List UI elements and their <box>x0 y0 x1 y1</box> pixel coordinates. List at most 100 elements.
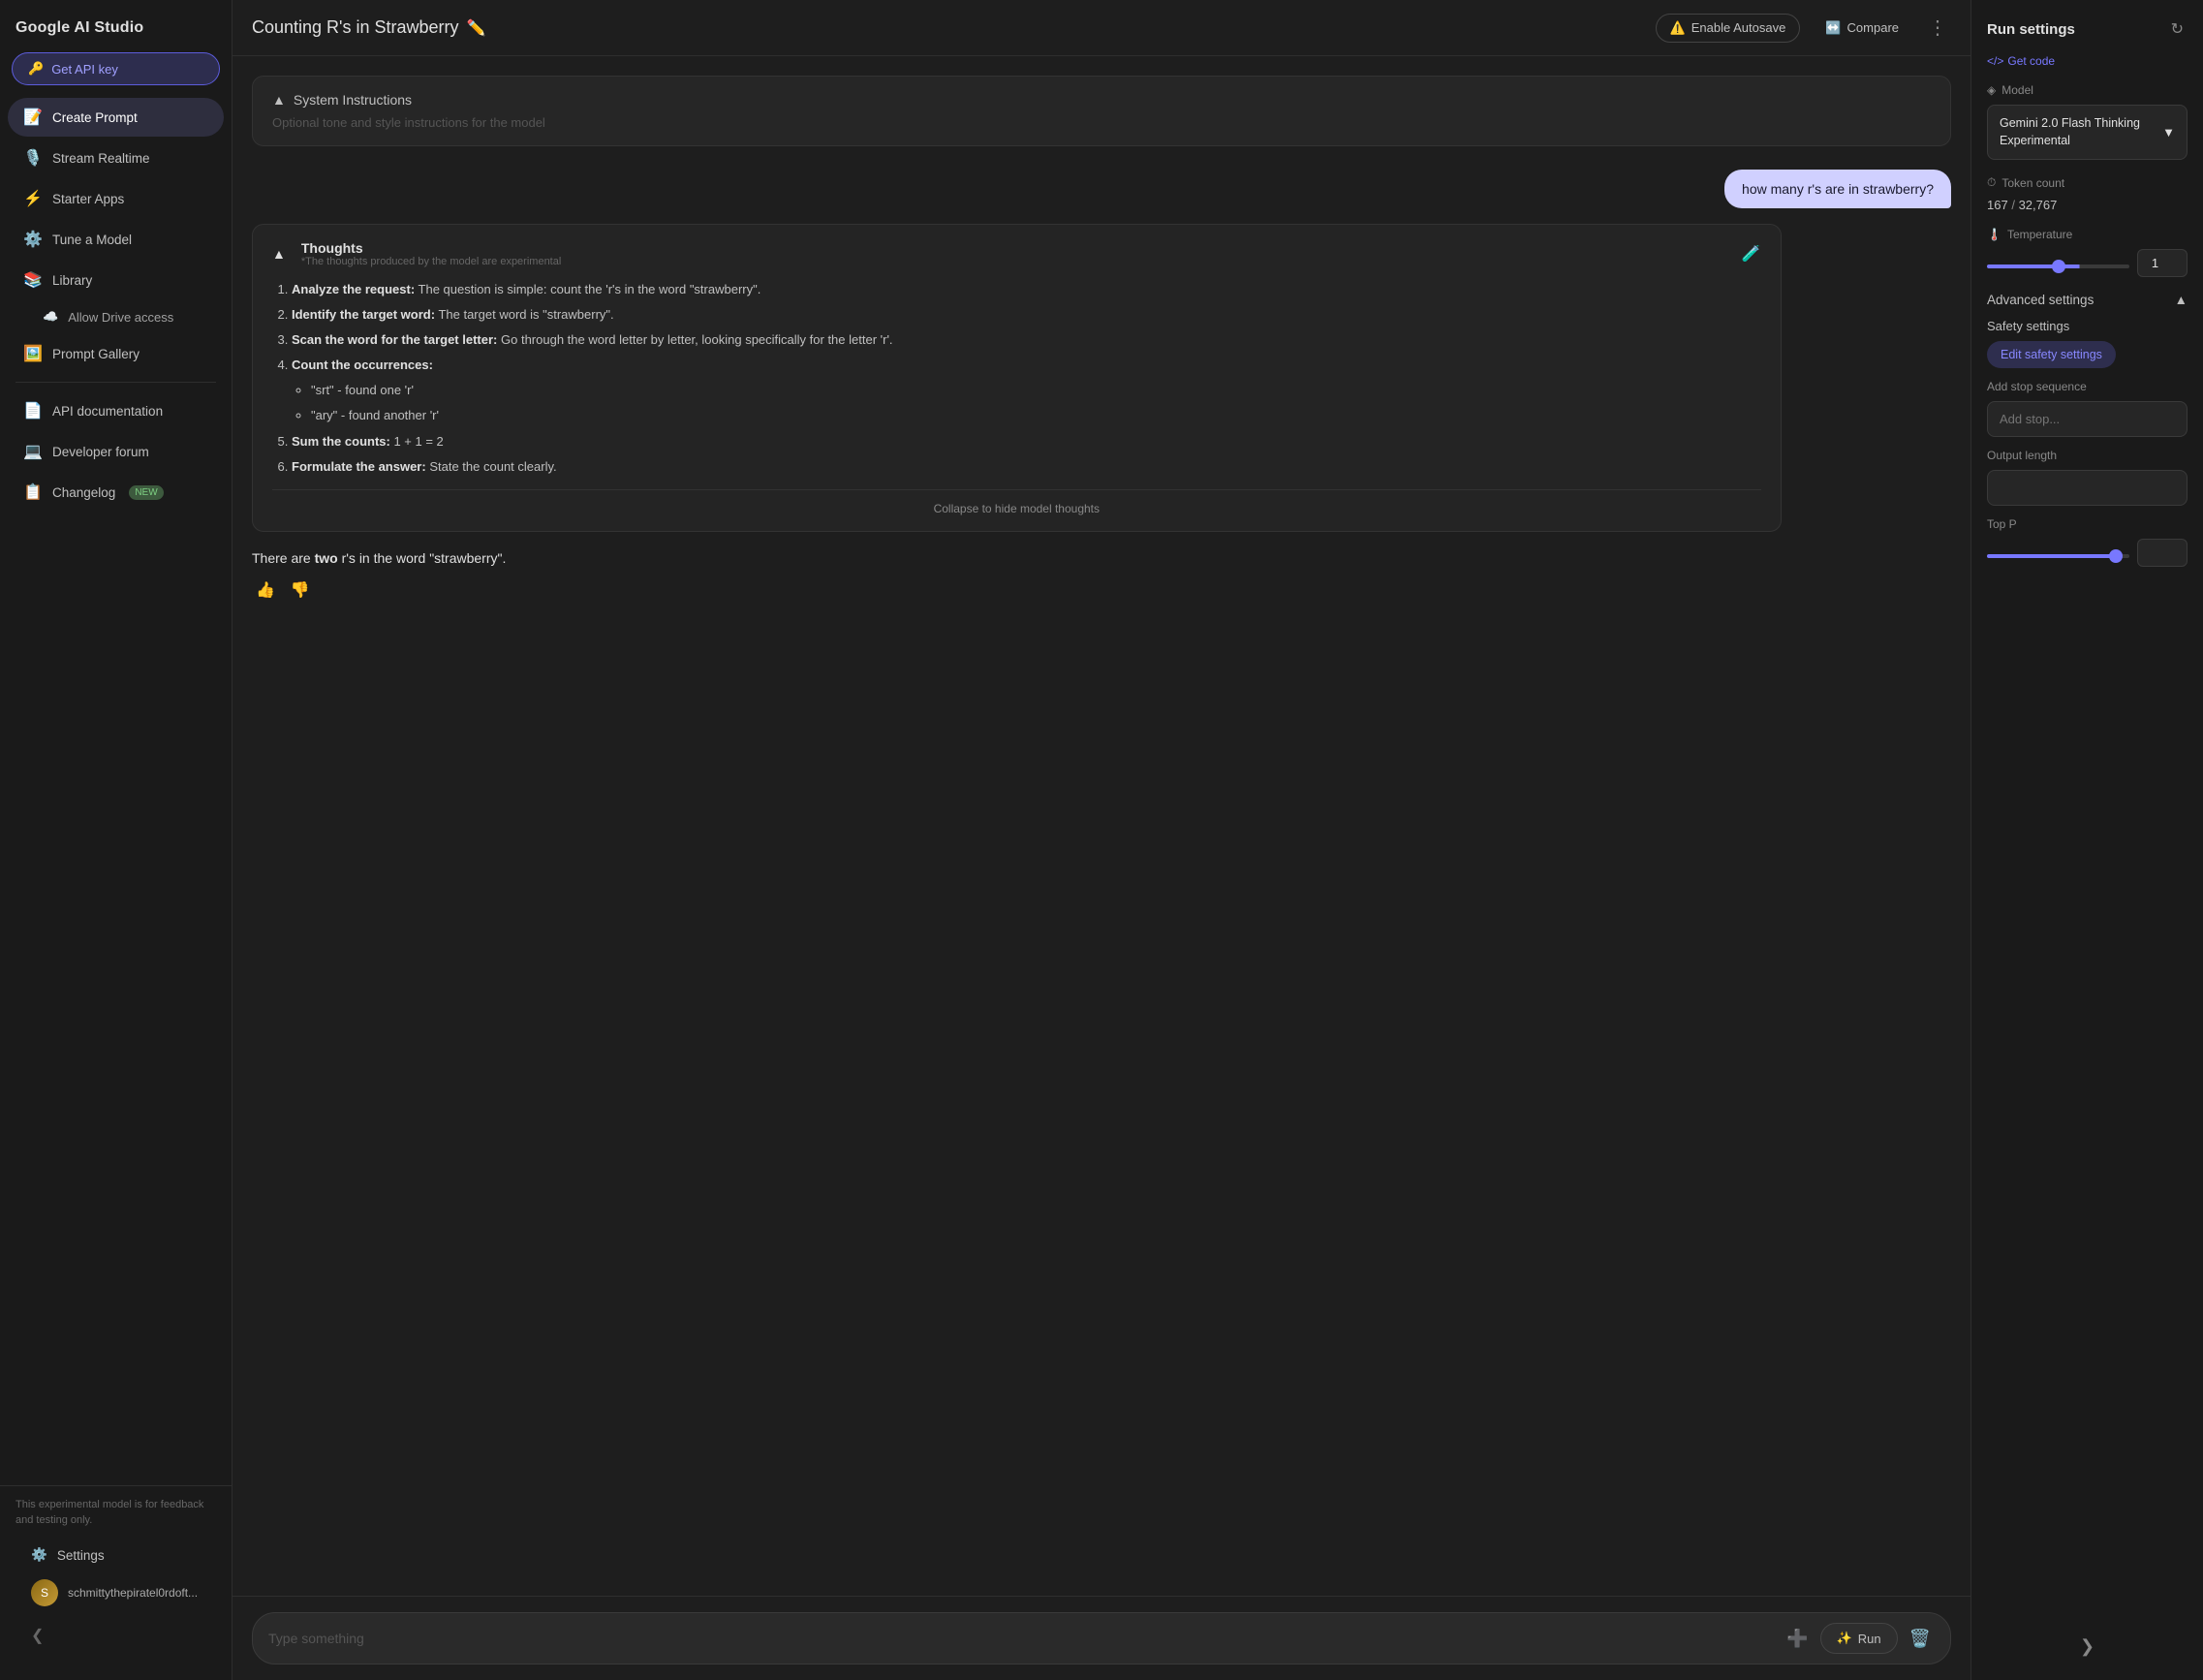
input-row: ➕ ✨ Run 🗑️ <box>252 1612 1951 1664</box>
thoughts-content: Analyze the request: The question is sim… <box>272 279 1761 478</box>
thought-sub-1: "srt" - found one 'r' <box>311 380 1761 401</box>
sidebar-item-create-prompt[interactable]: 📝 Create Prompt <box>8 98 224 137</box>
thought-sub-2: "ary" - found another 'r' <box>311 405 1761 426</box>
top-p-input[interactable]: 0.95 <box>2137 539 2187 567</box>
panel-header: Run settings ↻ <box>1987 16 2187 43</box>
changelog-icon: 📋 <box>23 482 43 502</box>
sidebar-item-stream-realtime[interactable]: 🎙️ Stream Realtime <box>8 139 224 177</box>
settings-icon: ⚙️ <box>31 1547 47 1563</box>
top-p-label: Top P <box>1987 517 2187 531</box>
stop-seq-label: Add stop sequence <box>1987 380 2187 393</box>
thought-step-4: Count the occurrences: "srt" - found one… <box>292 355 1761 426</box>
sidebar-item-allow-drive[interactable]: ☁️ Allow Drive access <box>8 301 224 332</box>
refresh-settings-button[interactable]: ↻ <box>2167 16 2187 43</box>
avatar: S <box>31 1579 58 1606</box>
token-count-value: 167 / 32,767 <box>1987 198 2187 212</box>
thought-step-6-bold: Formulate the answer: <box>292 459 426 474</box>
model-icon: ◈ <box>1987 83 1996 97</box>
safety-label: Safety settings <box>1987 319 2187 333</box>
code-icon: </> <box>1987 54 2003 68</box>
settings-toggle-button[interactable]: 🗑️ <box>1906 1625 1935 1653</box>
advanced-settings-toggle[interactable]: Advanced settings ▲ <box>1987 293 2187 307</box>
output-length-input[interactable]: 8192 <box>1987 470 2187 506</box>
thought-step-2: Identify the target word: The target wor… <box>292 304 1761 326</box>
thought-step-3-text: Go through the word letter by letter, lo… <box>501 332 893 347</box>
doc-icon: 📄 <box>23 401 43 420</box>
stop-sequence-input[interactable] <box>1987 401 2187 437</box>
user-message: how many r's are in strawberry? <box>1724 170 1951 208</box>
enable-autosave-button[interactable]: ⚠️ Enable Autosave <box>1656 14 1801 43</box>
thumbs-up-button[interactable]: 👍 <box>252 576 279 604</box>
model-select[interactable]: Gemini 2.0 Flash Thinking Experimental ▼ <box>1987 105 2187 160</box>
thoughts-title-row: ▲ Thoughts *The thoughts produced by the… <box>272 240 561 267</box>
system-instructions-panel: ▲ System Instructions Optional tone and … <box>252 76 1951 146</box>
sidebar: Google AI Studio 🔑 Get API key 📝 Create … <box>0 0 233 1680</box>
expand-thoughts-icon[interactable]: ▲ <box>272 246 286 262</box>
temperature-row: 1 <box>1987 249 2187 277</box>
top-p-row: 0.95 <box>1987 539 2187 567</box>
gallery-icon: 🖼️ <box>23 344 43 363</box>
model-section: ◈ Model Gemini 2.0 Flash Thinking Experi… <box>1987 83 2187 160</box>
document-icon: 📝 <box>23 108 43 127</box>
chevron-up-icon: ▲ <box>2175 293 2187 307</box>
sidebar-item-tune-model[interactable]: ⚙️ Tune a Model <box>8 220 224 259</box>
forum-icon: 💻 <box>23 442 43 461</box>
sidebar-collapse-button[interactable]: ❮ <box>16 1618 59 1653</box>
add-media-button[interactable]: ➕ <box>1783 1625 1812 1653</box>
sidebar-item-prompt-gallery[interactable]: 🖼️ Prompt Gallery <box>8 334 224 373</box>
more-options-button[interactable]: ⋮ <box>1924 12 1951 44</box>
user-profile[interactable]: S schmittythepiratel0rdoft... <box>16 1571 216 1614</box>
sidebar-item-api-docs[interactable]: 📄 API documentation <box>8 391 224 430</box>
thermometer-icon: 🌡️ <box>1987 228 2001 241</box>
topbar-actions: ⚠️ Enable Autosave ↔️ Compare ⋮ <box>1656 12 1951 44</box>
sparkle-icon: ✨ <box>1837 1631 1852 1646</box>
sidebar-item-starter-apps[interactable]: ⚡ Starter Apps <box>8 179 224 218</box>
autosave-icon: ⚠️ <box>1670 20 1686 36</box>
sidebar-item-library[interactable]: 📚 Library <box>8 261 224 299</box>
ai-response-actions: 👍 👎 <box>252 576 1951 604</box>
thought-step-2-text: The target word is "strawberry". <box>438 307 613 322</box>
system-instructions-header[interactable]: ▲ System Instructions <box>272 92 1931 108</box>
panel-title: Run settings <box>1987 21 2075 38</box>
panel-expand-button[interactable]: ❯ <box>2072 1629 2102 1664</box>
temperature-input[interactable]: 1 <box>2137 249 2187 277</box>
edit-title-icon[interactable]: ✏️ <box>467 18 486 38</box>
thought-step-1-bold: Analyze the request: <box>292 282 415 296</box>
sidebar-item-settings[interactable]: ⚙️ Settings <box>16 1540 216 1571</box>
thoughts-header: ▲ Thoughts *The thoughts produced by the… <box>272 240 1761 267</box>
thought-step-5-text: 1 + 1 = 2 <box>393 434 443 449</box>
flask-icon[interactable]: 🧪 <box>1742 244 1761 264</box>
top-p-slider[interactable] <box>1987 554 2129 558</box>
ai-response-container: There are two r's in the word "strawberr… <box>252 547 1951 604</box>
key-icon: 🔑 <box>28 61 44 77</box>
sidebar-divider <box>16 382 216 383</box>
get-api-key-button[interactable]: 🔑 Get API key <box>12 52 220 85</box>
library-icon: 📚 <box>23 270 43 290</box>
thought-step-3: Scan the word for the target letter: Go … <box>292 329 1761 351</box>
temperature-slider[interactable] <box>1987 264 2129 268</box>
mic-icon: 🎙️ <box>23 148 43 168</box>
thought-step-4-bold: Count the occurrences: <box>292 358 433 372</box>
collapse-thoughts-button[interactable]: Collapse to hide model thoughts <box>272 489 1761 515</box>
thought-step-5: Sum the counts: 1 + 1 = 2 <box>292 431 1761 452</box>
advanced-label: Advanced settings <box>1987 293 2094 307</box>
get-code-link[interactable]: </> Get code <box>1987 54 2187 68</box>
token-count-section: ⏱ Token count 167 / 32,767 <box>1987 175 2187 212</box>
model-label: ◈ Model <box>1987 83 2187 97</box>
thought-step-1: Analyze the request: The question is sim… <box>292 279 1761 300</box>
sidebar-item-changelog[interactable]: 📋 Changelog NEW <box>8 473 224 512</box>
compare-button[interactable]: ↔️ Compare <box>1812 15 1912 42</box>
thumbs-down-button[interactable]: 👎 <box>287 576 314 604</box>
chevron-down-icon: ▼ <box>2162 125 2175 140</box>
output-length-label: Output length <box>1987 449 2187 462</box>
thoughts-title-text: Thoughts <box>301 240 363 256</box>
cloud-icon: ☁️ <box>43 309 58 325</box>
run-button[interactable]: ✨ Run <box>1820 1623 1898 1654</box>
token-count-label: ⏱ Token count <box>1987 175 2187 190</box>
prompt-title: Counting R's in Strawberry ✏️ <box>252 17 1644 38</box>
chat-input[interactable] <box>268 1631 1775 1646</box>
sidebar-item-dev-forum[interactable]: 💻 Developer forum <box>8 432 224 471</box>
edit-safety-button[interactable]: Edit safety settings <box>1987 341 2116 368</box>
bolt-icon: ⚡ <box>23 189 43 208</box>
temperature-label: 🌡️ Temperature <box>1987 228 2187 241</box>
